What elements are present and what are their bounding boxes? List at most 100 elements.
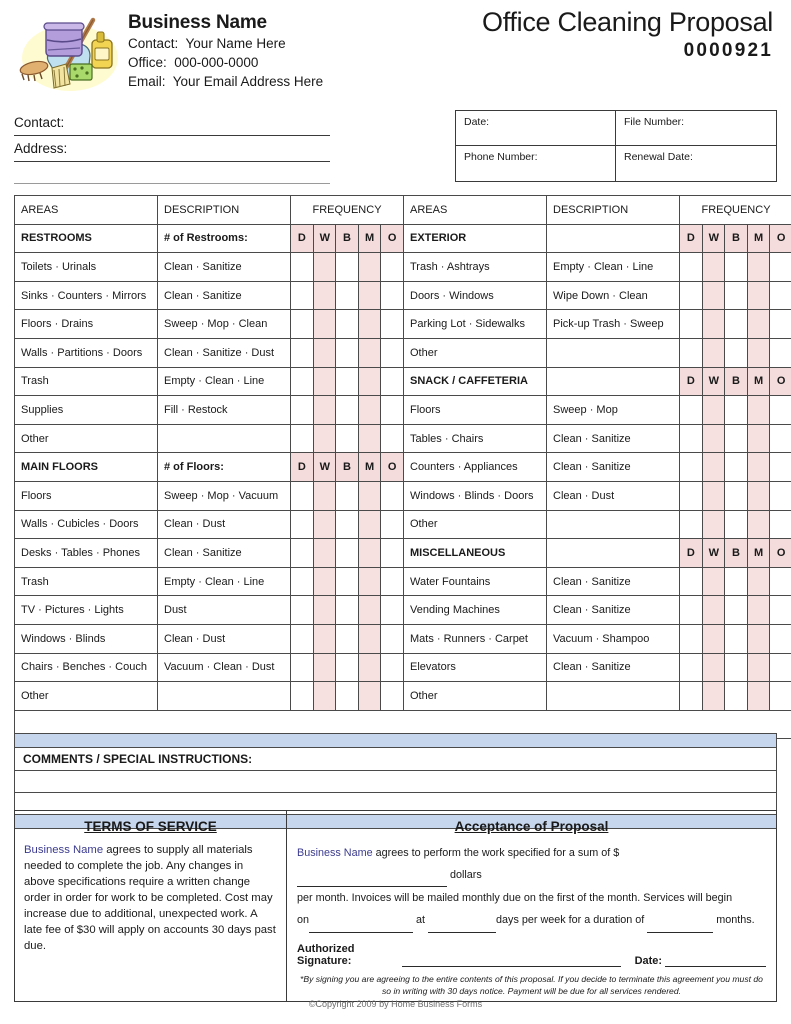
frequency-checkbox-D[interactable] <box>679 681 703 711</box>
frequency-checkbox-M[interactable] <box>357 480 382 511</box>
frequency-checkbox-O[interactable] <box>380 480 404 511</box>
frequency-checkbox-W[interactable] <box>701 509 726 540</box>
frequency-checkbox-O[interactable] <box>380 366 404 397</box>
frequency-checkbox-O[interactable] <box>769 595 791 625</box>
frequency-checkbox-B[interactable] <box>335 538 359 568</box>
frequency-checkbox-O[interactable] <box>769 652 791 683</box>
address-field-line-2[interactable] <box>14 162 330 184</box>
frequency-checkbox-W[interactable] <box>312 423 337 454</box>
frequency-checkbox-B[interactable] <box>724 652 748 683</box>
address-field[interactable]: Address: <box>14 136 330 162</box>
frequency-checkbox-B[interactable] <box>335 309 359 339</box>
frequency-checkbox-B[interactable] <box>724 566 748 597</box>
frequency-checkbox-M[interactable] <box>357 280 382 311</box>
date-field[interactable]: Date: <box>456 111 616 146</box>
frequency-checkbox-D[interactable] <box>679 566 703 597</box>
frequency-checkbox-W[interactable] <box>312 538 337 568</box>
frequency-checkbox-D[interactable] <box>290 337 314 368</box>
frequency-checkbox-M[interactable] <box>746 252 771 282</box>
section-count-field[interactable] <box>546 538 680 568</box>
frequency-checkbox-W[interactable] <box>312 480 337 511</box>
frequency-checkbox-B[interactable] <box>724 280 748 311</box>
comments-line-1[interactable] <box>14 771 777 793</box>
signature-date-input[interactable] <box>665 954 766 967</box>
frequency-checkbox-B[interactable] <box>335 509 359 540</box>
frequency-checkbox-B[interactable] <box>335 280 359 311</box>
section-count-field[interactable] <box>546 366 680 397</box>
frequency-checkbox-M[interactable] <box>746 452 771 482</box>
frequency-checkbox-M[interactable] <box>357 395 382 425</box>
frequency-checkbox-W[interactable] <box>312 681 337 711</box>
frequency-checkbox-D[interactable] <box>290 538 314 568</box>
frequency-checkbox-W[interactable] <box>701 337 726 368</box>
frequency-checkbox-B[interactable] <box>724 509 748 540</box>
frequency-checkbox-W[interactable] <box>312 623 337 654</box>
frequency-checkbox-B[interactable] <box>724 681 748 711</box>
frequency-checkbox-O[interactable] <box>769 480 791 511</box>
frequency-checkbox-W[interactable] <box>312 252 337 282</box>
frequency-checkbox-O[interactable] <box>769 452 791 482</box>
file-number-field[interactable]: File Number: <box>616 111 776 146</box>
frequency-checkbox-M[interactable] <box>357 366 382 397</box>
duration-months-input[interactable] <box>647 909 714 933</box>
frequency-checkbox-O[interactable] <box>380 309 404 339</box>
frequency-checkbox-O[interactable] <box>380 652 404 683</box>
frequency-checkbox-B[interactable] <box>724 452 748 482</box>
frequency-checkbox-M[interactable] <box>746 652 771 683</box>
frequency-checkbox-D[interactable] <box>290 509 314 540</box>
frequency-checkbox-W[interactable] <box>701 681 726 711</box>
frequency-checkbox-D[interactable] <box>290 595 314 625</box>
frequency-checkbox-W[interactable] <box>701 309 726 339</box>
frequency-checkbox-W[interactable] <box>701 395 726 425</box>
frequency-checkbox-D[interactable] <box>679 423 703 454</box>
section-count-field[interactable]: # of Restrooms: <box>157 223 291 254</box>
frequency-checkbox-M[interactable] <box>357 309 382 339</box>
frequency-checkbox-D[interactable] <box>679 652 703 683</box>
frequency-checkbox-D[interactable] <box>679 309 703 339</box>
frequency-checkbox-W[interactable] <box>312 309 337 339</box>
frequency-checkbox-B[interactable] <box>335 595 359 625</box>
frequency-checkbox-M[interactable] <box>357 252 382 282</box>
frequency-checkbox-B[interactable] <box>724 423 748 454</box>
frequency-checkbox-D[interactable] <box>290 309 314 339</box>
frequency-checkbox-B[interactable] <box>335 652 359 683</box>
frequency-checkbox-M[interactable] <box>357 623 382 654</box>
sum-amount-input[interactable] <box>297 864 447 888</box>
frequency-checkbox-M[interactable] <box>746 480 771 511</box>
frequency-checkbox-B[interactable] <box>724 309 748 339</box>
signature-input[interactable] <box>402 954 621 967</box>
frequency-checkbox-O[interactable] <box>380 623 404 654</box>
frequency-checkbox-D[interactable] <box>290 480 314 511</box>
frequency-checkbox-B[interactable] <box>335 252 359 282</box>
frequency-checkbox-W[interactable] <box>701 452 726 482</box>
frequency-checkbox-M[interactable] <box>746 309 771 339</box>
frequency-checkbox-O[interactable] <box>769 566 791 597</box>
frequency-checkbox-B[interactable] <box>724 480 748 511</box>
frequency-checkbox-W[interactable] <box>312 652 337 683</box>
frequency-checkbox-W[interactable] <box>312 280 337 311</box>
frequency-checkbox-D[interactable] <box>290 623 314 654</box>
frequency-checkbox-W[interactable] <box>701 652 726 683</box>
frequency-checkbox-O[interactable] <box>769 423 791 454</box>
frequency-checkbox-B[interactable] <box>335 395 359 425</box>
frequency-checkbox-D[interactable] <box>679 623 703 654</box>
frequency-checkbox-D[interactable] <box>679 452 703 482</box>
frequency-checkbox-D[interactable] <box>290 395 314 425</box>
frequency-checkbox-O[interactable] <box>769 337 791 368</box>
frequency-checkbox-M[interactable] <box>357 566 382 597</box>
frequency-checkbox-O[interactable] <box>380 423 404 454</box>
frequency-checkbox-D[interactable] <box>290 566 314 597</box>
days-per-week-input[interactable] <box>428 909 497 933</box>
frequency-checkbox-W[interactable] <box>312 337 337 368</box>
frequency-checkbox-D[interactable] <box>679 280 703 311</box>
frequency-checkbox-B[interactable] <box>724 395 748 425</box>
frequency-checkbox-D[interactable] <box>290 652 314 683</box>
frequency-checkbox-M[interactable] <box>746 681 771 711</box>
section-count-field[interactable]: # of Floors: <box>157 452 291 482</box>
frequency-checkbox-M[interactable] <box>357 681 382 711</box>
frequency-checkbox-M[interactable] <box>357 423 382 454</box>
frequency-checkbox-B[interactable] <box>335 566 359 597</box>
frequency-checkbox-W[interactable] <box>701 623 726 654</box>
frequency-checkbox-M[interactable] <box>357 337 382 368</box>
frequency-checkbox-D[interactable] <box>679 509 703 540</box>
